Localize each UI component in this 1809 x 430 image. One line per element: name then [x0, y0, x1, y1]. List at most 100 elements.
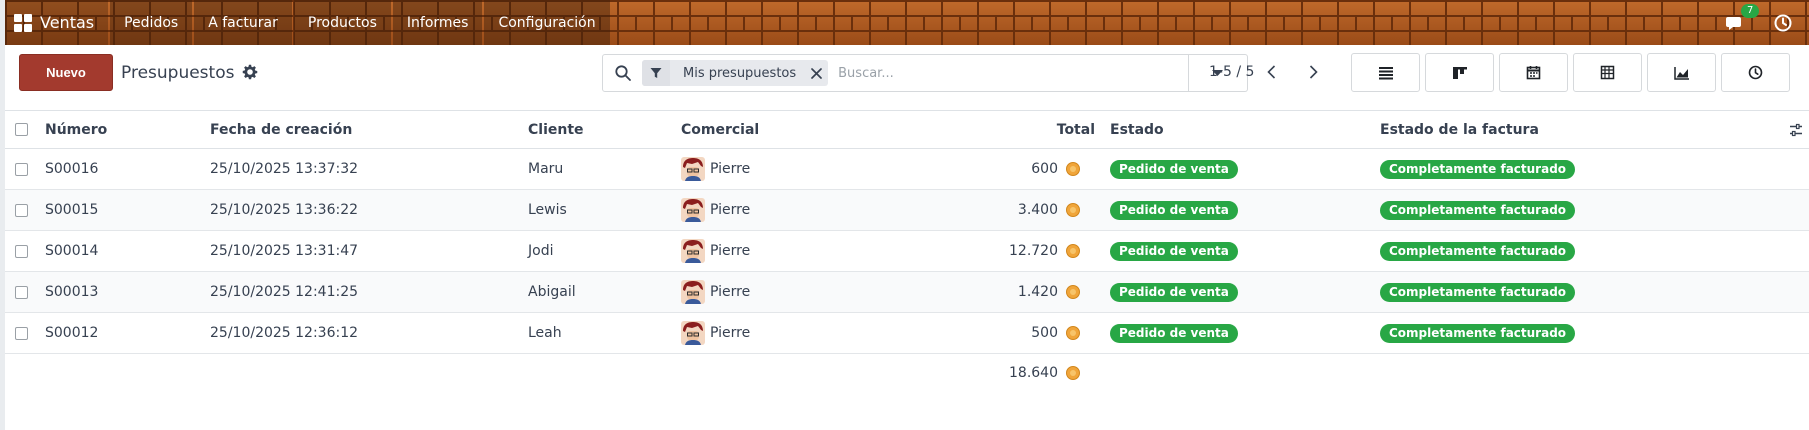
search-input[interactable]	[838, 65, 1188, 81]
order-number[interactable]: S00012	[45, 313, 98, 353]
table-header: Número Fecha de creación Cliente Comerci…	[5, 110, 1809, 149]
total-cell[interactable]: 12.720	[1009, 231, 1080, 271]
customer-name[interactable]: Leah	[528, 313, 562, 353]
select-all-cell[interactable]	[15, 111, 28, 148]
status-cell[interactable]: Pedido de venta	[1110, 272, 1238, 312]
salesperson-cell[interactable]: Pierre	[681, 190, 750, 230]
column-header-invoice-status[interactable]: Estado de la factura	[1380, 111, 1539, 148]
menu-item-productos[interactable]: Productos	[293, 0, 391, 45]
status-cell[interactable]: Pedido de venta	[1110, 190, 1238, 230]
column-header-salesperson[interactable]: Comercial	[681, 111, 759, 148]
optional-columns-toggle[interactable]	[1789, 111, 1803, 148]
pager-value[interactable]: 1-5 / 5	[1209, 64, 1254, 80]
status-cell[interactable]: Pedido de venta	[1110, 149, 1238, 189]
order-number[interactable]: S00015	[45, 190, 98, 230]
chevron-left-icon[interactable]	[1263, 63, 1281, 81]
remove-facet-icon[interactable]	[804, 60, 828, 86]
column-header-customer[interactable]: Cliente	[528, 111, 584, 148]
status-cell[interactable]: Pedido de venta	[1110, 231, 1238, 271]
table-row[interactable]: S00015 25/10/2025 13:36:22 Lewis Pierre …	[5, 190, 1809, 231]
status-badge: Pedido de venta	[1110, 282, 1238, 302]
invoice-status-cell[interactable]: Completamente facturado	[1380, 272, 1576, 312]
customer-name[interactable]: Jodi	[528, 231, 553, 271]
menu-item-pedidos[interactable]: Pedidos	[110, 0, 193, 45]
table-row[interactable]: S00013 25/10/2025 12:41:25 Abigail Pierr…	[5, 272, 1809, 313]
list-view-button[interactable]	[1351, 53, 1420, 92]
creation-date[interactable]: 25/10/2025 12:36:12	[210, 313, 358, 353]
kanban-icon[interactable]	[1452, 66, 1468, 80]
clock-icon[interactable]	[1773, 13, 1793, 33]
graph-icon[interactable]	[1673, 66, 1690, 80]
row-checkbox[interactable]	[15, 326, 28, 340]
calendar-icon[interactable]	[1526, 65, 1541, 80]
total-cell[interactable]: 1.420	[1018, 272, 1080, 312]
creation-date[interactable]: 25/10/2025 13:36:22	[210, 190, 358, 230]
total-amount: 12.720	[1009, 243, 1058, 259]
salesperson-cell[interactable]: Pierre	[681, 149, 750, 189]
customer-name[interactable]: Maru	[528, 149, 563, 189]
column-header-status[interactable]: Estado	[1110, 111, 1164, 148]
new-button[interactable]: Nuevo	[19, 54, 113, 91]
activity-view-button[interactable]	[1721, 53, 1790, 92]
facet-value: Mis presupuestos	[683, 65, 797, 81]
customer-name[interactable]: Abigail	[528, 272, 576, 312]
row-select-cell[interactable]	[15, 313, 28, 353]
menu-item-configuracion[interactable]: Configuración	[484, 0, 610, 45]
order-number[interactable]: S00016	[45, 149, 98, 189]
table-row[interactable]: S00012 25/10/2025 12:36:12 Leah Pierre 5…	[5, 313, 1809, 354]
row-checkbox[interactable]	[15, 244, 28, 258]
pivot-view-button[interactable]	[1573, 53, 1642, 92]
row-select-cell[interactable]	[15, 149, 28, 189]
invoice-status-cell[interactable]: Completamente facturado	[1380, 190, 1576, 230]
status-cell[interactable]: Pedido de venta	[1110, 313, 1238, 353]
menu-item-informes[interactable]: Informes	[392, 0, 483, 45]
total-cell[interactable]: 600	[1031, 149, 1080, 189]
column-header-created[interactable]: Fecha de creación	[210, 111, 352, 148]
avatar	[681, 280, 705, 304]
apps-grid-icon[interactable]	[14, 13, 32, 32]
select-all-checkbox[interactable]	[15, 123, 28, 136]
activity-icon[interactable]	[1748, 65, 1763, 80]
salesperson-cell[interactable]: Pierre	[681, 313, 750, 353]
pivot-icon[interactable]	[1600, 65, 1615, 80]
table-row[interactable]: S00016 25/10/2025 13:37:32 Maru Pierre 6…	[5, 149, 1809, 190]
app-name[interactable]: Ventas	[40, 13, 94, 32]
messaging-menu[interactable]: 7	[1725, 3, 1760, 33]
invoice-status-cell[interactable]: Completamente facturado	[1380, 231, 1576, 271]
calendar-view-button[interactable]	[1499, 53, 1568, 92]
salesperson-name: Pierre	[710, 161, 751, 177]
kanban-view-button[interactable]	[1425, 53, 1494, 92]
search-bar: Mis presupuestos	[602, 54, 1189, 92]
top-navbar: Ventas Pedidos A facturar Productos Info…	[5, 0, 1809, 45]
menu-item-a-facturar[interactable]: A facturar	[194, 0, 292, 45]
chevron-right-icon[interactable]	[1304, 63, 1322, 81]
gear-icon[interactable]	[242, 64, 258, 80]
table-row[interactable]: S00014 25/10/2025 13:31:47 Jodi Pierre 1…	[5, 231, 1809, 272]
total-cell[interactable]: 500	[1031, 313, 1080, 353]
row-select-cell[interactable]	[15, 272, 28, 312]
invoice-status-cell[interactable]: Completamente facturado	[1380, 149, 1576, 189]
search-icon	[615, 65, 631, 81]
row-checkbox[interactable]	[15, 162, 28, 176]
invoice-status-cell[interactable]: Completamente facturado	[1380, 313, 1576, 353]
total-cell[interactable]: 3.400	[1018, 190, 1080, 230]
column-header-number[interactable]: Número	[45, 111, 107, 148]
row-checkbox[interactable]	[15, 285, 28, 299]
order-number[interactable]: S00013	[45, 272, 98, 312]
app-menu-button[interactable]: Ventas	[5, 0, 109, 45]
row-select-cell[interactable]	[15, 190, 28, 230]
creation-date[interactable]: 25/10/2025 13:31:47	[210, 231, 358, 271]
list-icon[interactable]	[1378, 66, 1394, 80]
status-badge: Pedido de venta	[1110, 200, 1238, 220]
salesperson-cell[interactable]: Pierre	[681, 231, 750, 271]
row-select-cell[interactable]	[15, 231, 28, 271]
row-checkbox[interactable]	[15, 203, 28, 217]
salesperson-cell[interactable]: Pierre	[681, 272, 750, 312]
order-number[interactable]: S00014	[45, 231, 98, 271]
sliders-icon[interactable]	[1789, 123, 1803, 137]
creation-date[interactable]: 25/10/2025 13:37:32	[210, 149, 358, 189]
graph-view-button[interactable]	[1647, 53, 1716, 92]
customer-name[interactable]: Lewis	[528, 190, 567, 230]
column-header-total[interactable]: Total	[1057, 111, 1095, 148]
creation-date[interactable]: 25/10/2025 12:41:25	[210, 272, 358, 312]
